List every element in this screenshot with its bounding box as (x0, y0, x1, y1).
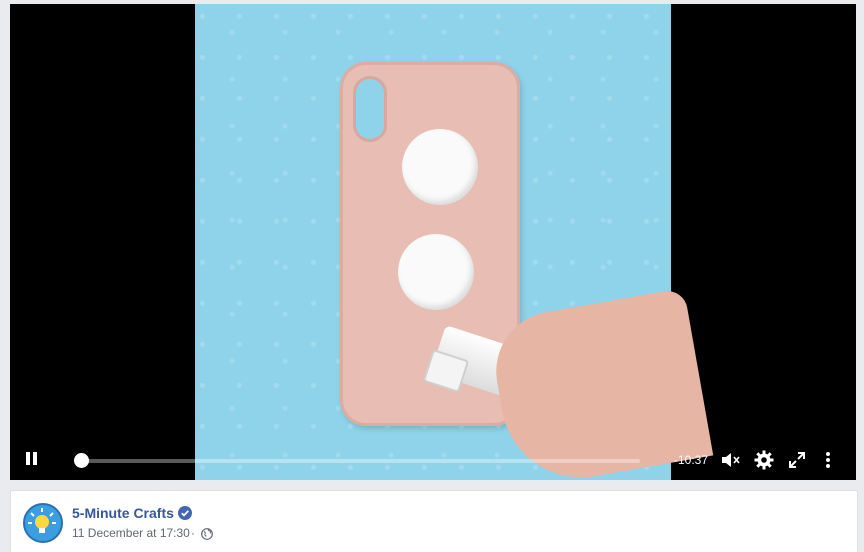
settings-button[interactable] (754, 450, 774, 470)
volume-muted-icon (722, 453, 740, 467)
glue-dot (402, 129, 478, 205)
more-options-button[interactable] (822, 450, 834, 470)
progress-scrubber[interactable] (73, 453, 89, 468)
lightbulb-logo-icon (25, 505, 61, 541)
camera-cutout (353, 76, 387, 142)
time-remaining: -10:37 (674, 453, 709, 467)
pause-icon (26, 452, 30, 465)
more-vertical-icon (826, 452, 830, 468)
pause-button[interactable] (24, 450, 38, 468)
post-timestamp-link[interactable]: 11 December at 17:30 (72, 526, 190, 540)
glue-dot (398, 234, 474, 310)
fullscreen-button[interactable] (788, 451, 806, 469)
gear-icon (754, 450, 774, 470)
video-frame[interactable] (195, 4, 714, 480)
page-name-link[interactable]: 5-Minute Crafts (72, 505, 174, 521)
separator-dot: · (191, 526, 195, 540)
verified-badge-icon (178, 506, 192, 520)
avatar[interactable] (23, 503, 63, 543)
pause-icon (33, 452, 37, 465)
video-player[interactable]: -10:37 (10, 4, 856, 480)
fullscreen-icon (789, 452, 805, 468)
video-controls: -10:37 (10, 440, 856, 480)
globe-icon[interactable] (201, 528, 213, 540)
progress-bar[interactable] (73, 453, 640, 468)
post-header: 5-Minute Crafts 11 December at 17:30 · (10, 490, 858, 552)
volume-button[interactable] (720, 450, 742, 470)
